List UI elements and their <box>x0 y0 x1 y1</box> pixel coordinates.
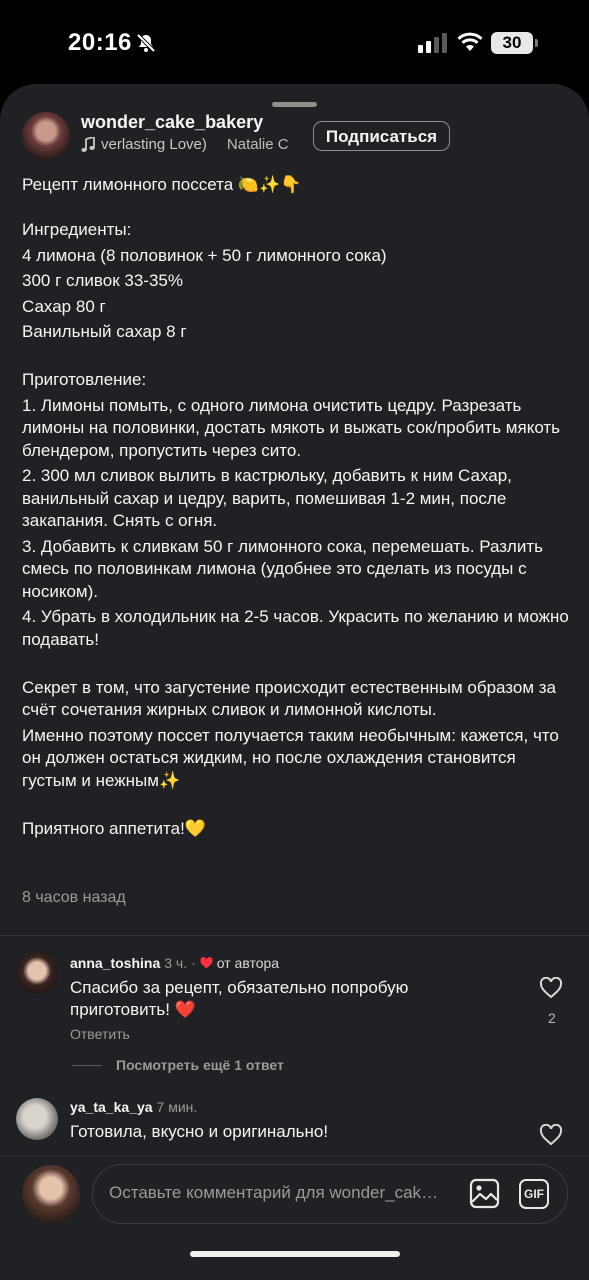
step-item: 4. Убрать в холодильник на 2-5 часов. Ук… <box>22 607 569 649</box>
commenter-username[interactable]: ya_ta_ka_ya <box>70 1099 153 1115</box>
post-timestamp: 8 часов назад <box>22 889 126 906</box>
music-artist: Natalie C <box>226 136 289 153</box>
ingredients-heading: Ингредиенты: <box>22 220 132 239</box>
post-caption: Рецепт лимонного поссета 🍋✨👇 Ингредиенты… <box>22 174 572 840</box>
like-count: 2 <box>548 1010 556 1026</box>
comment-input-placeholder[interactable]: Оставьте комментарий для wonder_cake_bak… <box>109 1183 444 1203</box>
reply-line <box>72 1064 102 1066</box>
secret-paragraph: Секрет в том, что загустение происходит … <box>22 677 557 720</box>
bell-slash-icon <box>136 33 156 53</box>
step-item: 3. Добавить к сливкам 50 г лимонного сок… <box>22 536 543 601</box>
commenter-avatar[interactable] <box>16 952 58 994</box>
home-indicator[interactable] <box>190 1251 400 1257</box>
commenter-username[interactable]: anna_toshina <box>70 955 160 971</box>
steps-heading: Приготовление: <box>22 370 147 389</box>
commenter-avatar[interactable] <box>16 1098 58 1140</box>
heart-icon[interactable] <box>539 1124 563 1146</box>
image-icon[interactable] <box>469 1178 500 1209</box>
comment-header: anna_toshina 3 ч. · от автора <box>70 955 279 971</box>
status-time: 20:16 <box>68 29 132 56</box>
comment-time: 3 ч. <box>164 955 188 971</box>
secret-paragraph: Именно поэтому поссет получается таким н… <box>22 725 559 790</box>
comment-time: 7 мин. <box>156 1099 198 1115</box>
heart-icon <box>200 957 213 969</box>
ingredient-item: 4 лимона (8 половинок + 50 г лимонного с… <box>22 245 387 265</box>
battery-indicator: 30 <box>491 32 533 54</box>
reply-button[interactable]: Ответить <box>70 1026 130 1042</box>
heart-icon[interactable] <box>539 977 563 999</box>
divider <box>0 935 589 936</box>
ingredient-item: Сахар 80 г <box>22 296 106 316</box>
comment-header: ya_ta_ka_ya 7 мин. <box>70 1099 197 1115</box>
wifi-icon <box>457 32 483 51</box>
post-author-username[interactable]: wonder_cake_bakery <box>81 112 263 133</box>
comments-sheet: wonder_cake_bakery verlasting Love) Nata… <box>0 84 589 1280</box>
music-info[interactable]: verlasting Love) Natalie C <box>81 136 301 153</box>
author-liked-label: от автора <box>216 955 280 971</box>
ingredient-item: 300 г сливок 33-35% <box>22 271 183 290</box>
sheet-grabber[interactable] <box>272 102 317 107</box>
battery-cap <box>535 39 538 47</box>
recipe-title: Рецепт лимонного поссета 🍋✨👇 <box>22 175 302 194</box>
comment-text: Спасибо за рецепт, обязательно попробую … <box>70 978 409 1019</box>
view-more-replies[interactable]: Посмотреть ещё 1 ответ <box>72 1057 284 1073</box>
gif-button[interactable]: GIF <box>519 1179 549 1209</box>
my-avatar <box>22 1165 80 1223</box>
step-item: 1. Лимоны помыть, с одного лимона очисти… <box>22 395 561 460</box>
music-title: verlasting Love) <box>101 136 207 153</box>
separator: · <box>191 955 196 971</box>
step-item: 2. 300 мл сливок вылить в кастрюльку, до… <box>22 466 512 530</box>
comment-text: Готовила, вкусно и оригинально! <box>70 1122 329 1141</box>
follow-button[interactable]: Подписаться <box>313 121 450 151</box>
post-author-avatar[interactable] <box>22 112 70 160</box>
music-note-icon <box>81 136 95 152</box>
closing-line: Приятного аппетита!💛 <box>22 818 206 838</box>
status-bar: 20:16 30 <box>0 0 589 84</box>
view-more-replies-label: Посмотреть ещё 1 ответ <box>116 1057 284 1073</box>
cellular-signal-icon <box>418 33 447 53</box>
ingredient-item: Ванильный сахар 8 г <box>22 322 187 341</box>
